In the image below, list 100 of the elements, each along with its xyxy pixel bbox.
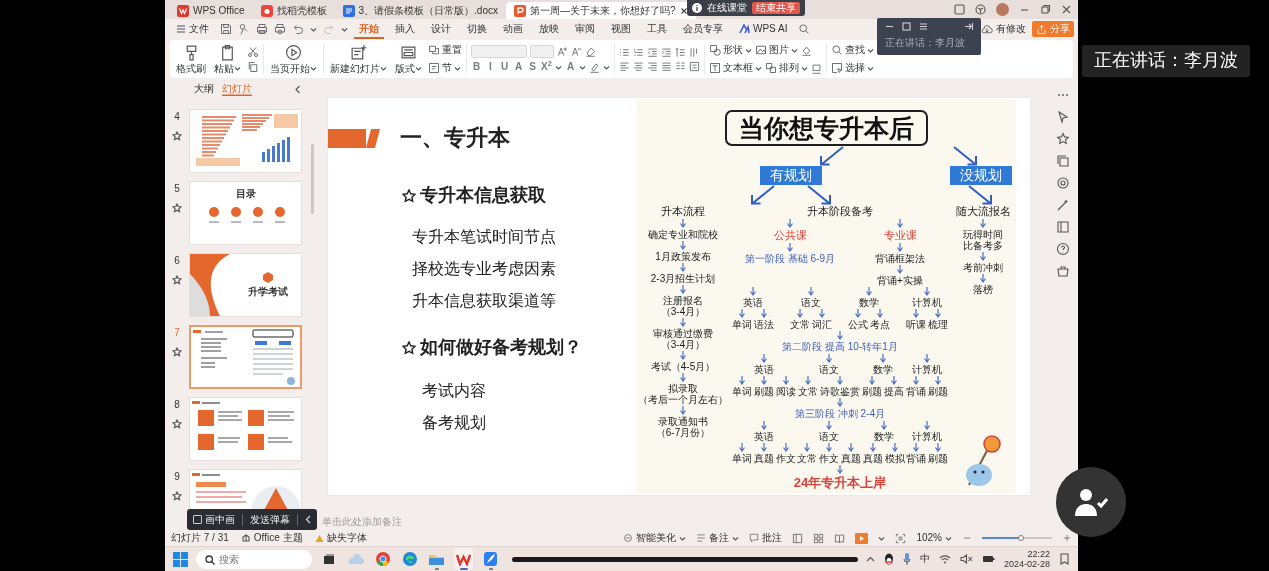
subject-label: 语文 <box>819 364 839 375</box>
flow-step: 刷题 <box>862 386 882 397</box>
missing-fonts-button[interactable]: 缺失字体 <box>314 532 367 544</box>
search-field[interactable]: 搜索 <box>196 549 312 569</box>
flowchart-title: 当你想专升本后 <box>724 110 928 146</box>
flow-step: 公式 <box>848 319 868 330</box>
notes-button[interactable]: 备注 <box>696 532 740 544</box>
play-from-current-button[interactable]: 当页开始 <box>268 43 319 75</box>
zoom-level-button[interactable]: 102% <box>916 532 952 544</box>
shape-button[interactable]: 形状 <box>709 42 752 58</box>
text-box-button[interactable]: 文本框 <box>709 60 762 76</box>
save-status-button[interactable]: 有修改 <box>981 23 1026 35</box>
paste-button[interactable]: 粘贴 <box>212 43 243 75</box>
flow-heading: 升本流程 <box>661 204 705 218</box>
picture-in-picture-toggle[interactable]: 画中画 <box>193 513 235 526</box>
document-tab[interactable]: WPS Office <box>169 2 253 19</box>
flow-step: 玩得时间 比备考多 <box>963 228 1003 251</box>
section-title: 专升本信息获取 <box>420 185 546 207</box>
ribbon-tab[interactable]: 切换 <box>462 19 492 39</box>
ribbon-tab[interactable]: 设计 <box>426 19 456 39</box>
flow-step: 单词 <box>732 319 752 330</box>
document-tab[interactable]: 3、请假条模板（日常版）.docx <box>334 2 506 19</box>
clock-date[interactable]: 2024-02-28 <box>1003 559 1050 569</box>
ribbon-tab[interactable]: 工具 <box>642 19 672 39</box>
flow-step: 真题 <box>862 453 883 464</box>
beautify-button[interactable]: 智能美化 <box>623 532 687 544</box>
ribbon-tab[interactable]: 插入 <box>390 19 420 39</box>
flow-heading: 升本阶段备考 <box>807 204 873 218</box>
arrange-button[interactable]: 排列 <box>765 60 808 76</box>
select-button[interactable]: 选择 <box>831 60 874 76</box>
section-button[interactable]: 节 <box>428 60 462 76</box>
flow-step: 阅读 <box>776 386 796 397</box>
slide-heading: 一、专升本 <box>400 124 510 152</box>
flow-step: 背诵 <box>906 386 926 397</box>
subject-label: 英语 <box>743 297 763 308</box>
subject-label: 英语 <box>754 364 774 375</box>
flow-step: 考试（4-5月） <box>650 360 716 372</box>
flow-step: 文常 <box>798 386 818 397</box>
format-painter-button[interactable]: 格式刷 <box>174 43 208 75</box>
ribbon-tab[interactable]: 视图 <box>606 19 636 39</box>
slide-thumbnail[interactable]: 升学考试 <box>189 253 302 317</box>
flow-step: 单词 <box>732 453 752 464</box>
document-tab[interactable]: 找稻壳模板 <box>252 2 335 19</box>
bullet-text: 考试内容 <box>422 381 487 401</box>
file-menu-button[interactable]: 文件 <box>171 19 214 39</box>
flow-step: 单词 <box>732 386 752 397</box>
ribbon-tab[interactable]: 审阅 <box>570 19 600 39</box>
input-method-indicator[interactable]: 中 <box>919 553 930 565</box>
notes-field[interactable]: 单击此处添加备注 <box>322 514 542 528</box>
subject-label: 英语 <box>754 431 774 442</box>
flow-step: 录取通知书 （6-7月份） <box>655 415 711 438</box>
flow-goal: 24年专升本上岸 <box>793 475 887 491</box>
stop-sharing-button[interactable]: 结束共享 <box>752 2 800 14</box>
ribbon-tab[interactable]: WPS AI <box>734 19 793 39</box>
flow-step: 2-3月招生计划 <box>650 272 716 284</box>
panel-tab[interactable]: 大纲 <box>194 82 214 96</box>
flow-step: 真题 <box>754 453 774 464</box>
stage-title: 第三阶段 冲刺 2-4月 <box>795 408 885 420</box>
new-slide-button[interactable]: 新建幻灯片 <box>328 43 389 75</box>
document-tab[interactable]: 第一周—关于未来，你想好了吗? <box>505 2 696 19</box>
ribbon-tab[interactable]: 放映 <box>534 19 564 39</box>
bullet-text: 升本信息获取渠道等 <box>412 291 557 311</box>
ribbon-tab[interactable]: 动画 <box>498 19 528 39</box>
find-button[interactable]: 查找 <box>831 42 874 58</box>
clock-time[interactable]: 22:22 <box>1027 549 1050 559</box>
slide-thumbnail[interactable]: 目录 <box>189 181 302 245</box>
slide-thumbnail-title: 升学考试 <box>247 286 288 298</box>
picture-button[interactable]: 图片 <box>755 42 798 58</box>
flow-step: 语法 <box>754 319 774 330</box>
flow-step: 注册报名 （3-4月） <box>660 294 706 317</box>
slide-number: 4 <box>174 111 180 123</box>
theme-button[interactable]: Office 主题 <box>240 532 303 544</box>
flow-step: 诗歌鉴赏 <box>820 386 860 397</box>
subject-label: 数学 <box>859 297 879 308</box>
flow-step: 审核通过缴费 （3-4月） <box>653 327 713 350</box>
speaker-status: 正在讲话：李月波 <box>885 37 966 49</box>
subject-label: 数学 <box>873 364 893 375</box>
flow-step: 听课 <box>906 319 926 330</box>
course-label: 公共课 <box>773 228 807 242</box>
stage-title: 第二阶段 提高 10-转年1月 <box>782 341 898 353</box>
flow-step: 文常 <box>797 453 818 464</box>
flow-step: 考点 <box>870 319 890 330</box>
share-status-text: 在线课堂 <box>707 2 747 14</box>
flow-step: 背诵 <box>906 453 926 464</box>
reset-button[interactable]: 重置 <box>428 42 462 58</box>
section-title: 如何做好备考规划？ <box>420 337 582 359</box>
subject-label: 数学 <box>873 431 894 442</box>
plan-branch-box: 有规划 <box>760 166 822 185</box>
layout-button[interactable]: 版式 <box>393 43 424 75</box>
send-comment-button[interactable]: 发送弹幕 <box>250 513 290 526</box>
stage-title: 第一阶段 基础 6-9月 <box>745 253 835 265</box>
subject-label: 语文 <box>801 297 821 308</box>
flow-step: 背诵框架法 <box>875 253 925 264</box>
flow-step: 梳理 <box>928 319 948 330</box>
ribbon-tab[interactable]: 会员专享 <box>678 19 728 39</box>
subject-label: 语文 <box>819 431 840 442</box>
comments-button[interactable]: 批注 <box>749 532 783 544</box>
subject-label: 计算机 <box>912 431 942 442</box>
flow-step: 1月政策发布 <box>655 250 711 262</box>
flow-step: 落榜 <box>973 283 993 295</box>
